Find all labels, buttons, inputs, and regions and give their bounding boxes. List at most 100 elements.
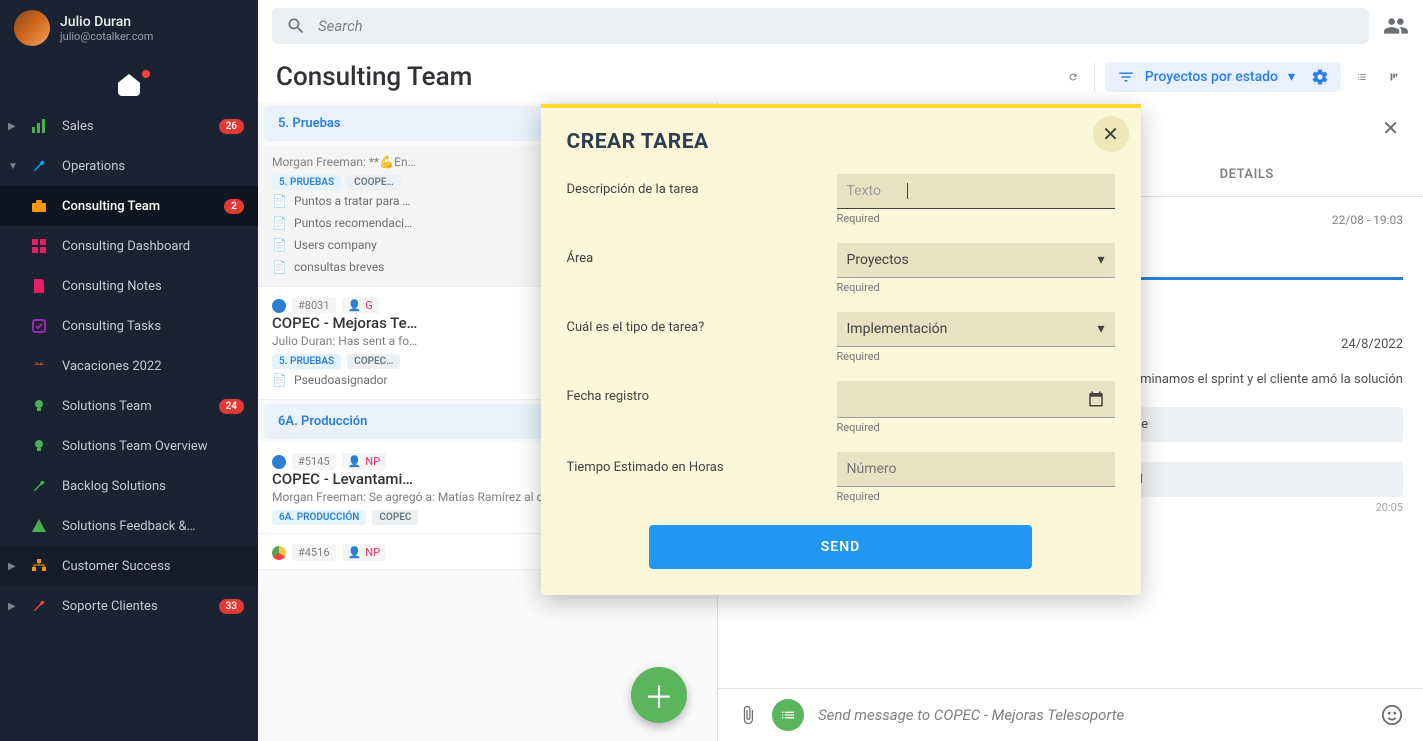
attachment-icon[interactable] [738,705,758,725]
nav-label: Solutions Team [62,399,152,414]
home-icon [118,74,140,96]
nav-soporte[interactable]: ▶ Soporte Clientes 33 [0,586,258,626]
nav-backlog[interactable]: Backlog Solutions [0,466,258,506]
bulb-plus-icon [30,437,48,455]
task-id: #8031 [292,297,336,314]
document-icon: 📄 [272,194,286,208]
nav-consulting-notes[interactable]: Consulting Notes [0,266,258,306]
nav-label: Sales [62,119,94,134]
type-select[interactable]: Implementación▾ [837,312,1115,347]
filter-dropdown[interactable]: Proyectos por estado ▾ [1105,62,1341,92]
description-input[interactable]: Texto [837,174,1115,209]
chevron-down-icon: ▾ [1288,69,1295,85]
company-tag: COOPE… [347,175,401,190]
company-tag: COPEC… [347,354,400,369]
nav-sales[interactable]: ▶ Sales 26 [0,106,258,146]
chevron-right-icon: ▶ [8,601,16,612]
kanban-view-icon[interactable] [1383,66,1405,88]
chevron-down-icon: ▾ [1097,321,1104,337]
nav-label: Consulting Dashboard [62,239,190,254]
bulb-icon [30,397,48,415]
status-tag: 5. PRUEBAS [272,354,341,369]
required-label: Required [837,347,1115,375]
required-label: Required [837,278,1115,306]
sidebar: Julio Duran julio@cotalker.com ▶ Sales 2… [0,0,258,741]
date-input[interactable] [837,381,1115,418]
nav-feedback[interactable]: Solutions Feedback &… [0,506,258,546]
document-icon: 📄 [272,260,286,274]
people-icon[interactable] [1383,13,1409,39]
globe-icon [272,299,286,313]
palm-icon [30,357,48,375]
nav-label: Consulting Tasks [62,319,161,334]
task-id: #5145 [292,453,336,470]
home-button[interactable] [0,56,258,106]
badge: 26 [219,119,244,134]
nav-vacaciones[interactable]: Vacaciones 2022 [0,346,258,386]
required-label: Required [837,209,1115,237]
nav-label: Solutions Feedback &… [62,519,195,534]
warning-icon [30,517,48,535]
badge: 2 [224,199,244,214]
assignee-chip: 👤 G [342,297,379,314]
page-title: Consulting Team [276,62,1052,92]
add-task-fab[interactable]: ＋ [631,667,687,723]
status-tag: 5. PRUEBAS [272,175,341,190]
document-icon: 📄 [272,216,286,230]
chevron-right-icon: ▶ [8,561,16,572]
company-tag: COPEC [372,510,418,525]
hours-input[interactable] [837,452,1115,487]
field-label: Descripción de la tarea [567,174,817,197]
toolbox-icon [30,197,48,215]
search-box[interactable] [272,8,1369,44]
wrench-icon [30,597,48,615]
pie-icon [272,546,286,560]
status-tag: 6A. PRODUCCIÓN [272,510,366,525]
chevron-down-icon: ▼ [8,161,16,172]
profile-name: Julio Duran [60,14,153,30]
search-input[interactable] [318,17,1355,35]
actions-button[interactable] [772,699,804,731]
chevron-down-icon: ▾ [1097,252,1104,268]
nav-consulting-team[interactable]: Consulting Team 2 [0,186,258,226]
close-icon[interactable]: ✕ [1378,112,1403,144]
note-icon [30,277,48,295]
nav-label: Consulting Notes [62,279,162,294]
field-label: Fecha registro [567,381,817,404]
search-icon [286,16,306,36]
wrench-icon [30,157,48,175]
message-input[interactable] [818,706,1367,724]
modal-close-button[interactable]: ✕ [1093,116,1129,152]
nav-label: Customer Success [62,559,171,574]
nav-label: Consulting Team [62,199,160,214]
chart-icon [30,117,48,135]
nav-customer-success[interactable]: ▶ Customer Success [0,546,258,586]
nav-consulting-dashboard[interactable]: Consulting Dashboard [0,226,258,266]
nav-operations[interactable]: ▼ Operations [0,146,258,186]
profile-email: julio@cotalker.com [60,30,153,43]
field-label: Cuál es el tipo de tarea? [567,312,817,335]
area-select[interactable]: Proyectos▾ [837,243,1115,278]
nav-label: Backlog Solutions [62,479,166,494]
list-view-icon[interactable] [1351,66,1373,88]
refresh-icon[interactable] [1062,66,1084,88]
filter-icon [1117,68,1135,86]
avatar [14,10,50,46]
send-button[interactable]: SEND [649,525,1033,569]
nav-solutions-overview[interactable]: Solutions Team Overview [0,426,258,466]
profile[interactable]: Julio Duran julio@cotalker.com [0,0,258,56]
nav-label: Vacaciones 2022 [62,359,162,374]
message-composer [718,688,1423,741]
content-header: Consulting Team Proyectos por estado ▾ [258,52,1423,102]
emoji-icon[interactable] [1381,704,1403,726]
nav-solutions-team[interactable]: Solutions Team 24 [0,386,258,426]
task-id: #4516 [292,544,336,561]
nav-consulting-tasks[interactable]: Consulting Tasks [0,306,258,346]
assignee-chip: 👤 NP [342,544,387,561]
create-task-modal: ✕ CREAR TAREA Descripción de la tarea Te… [541,104,1141,595]
assignee-chip: 👤 NP [342,453,387,470]
badge: 33 [219,599,244,614]
field-label: Área [567,243,817,266]
required-label: Required [837,418,1115,446]
gear-icon[interactable] [1311,68,1329,86]
